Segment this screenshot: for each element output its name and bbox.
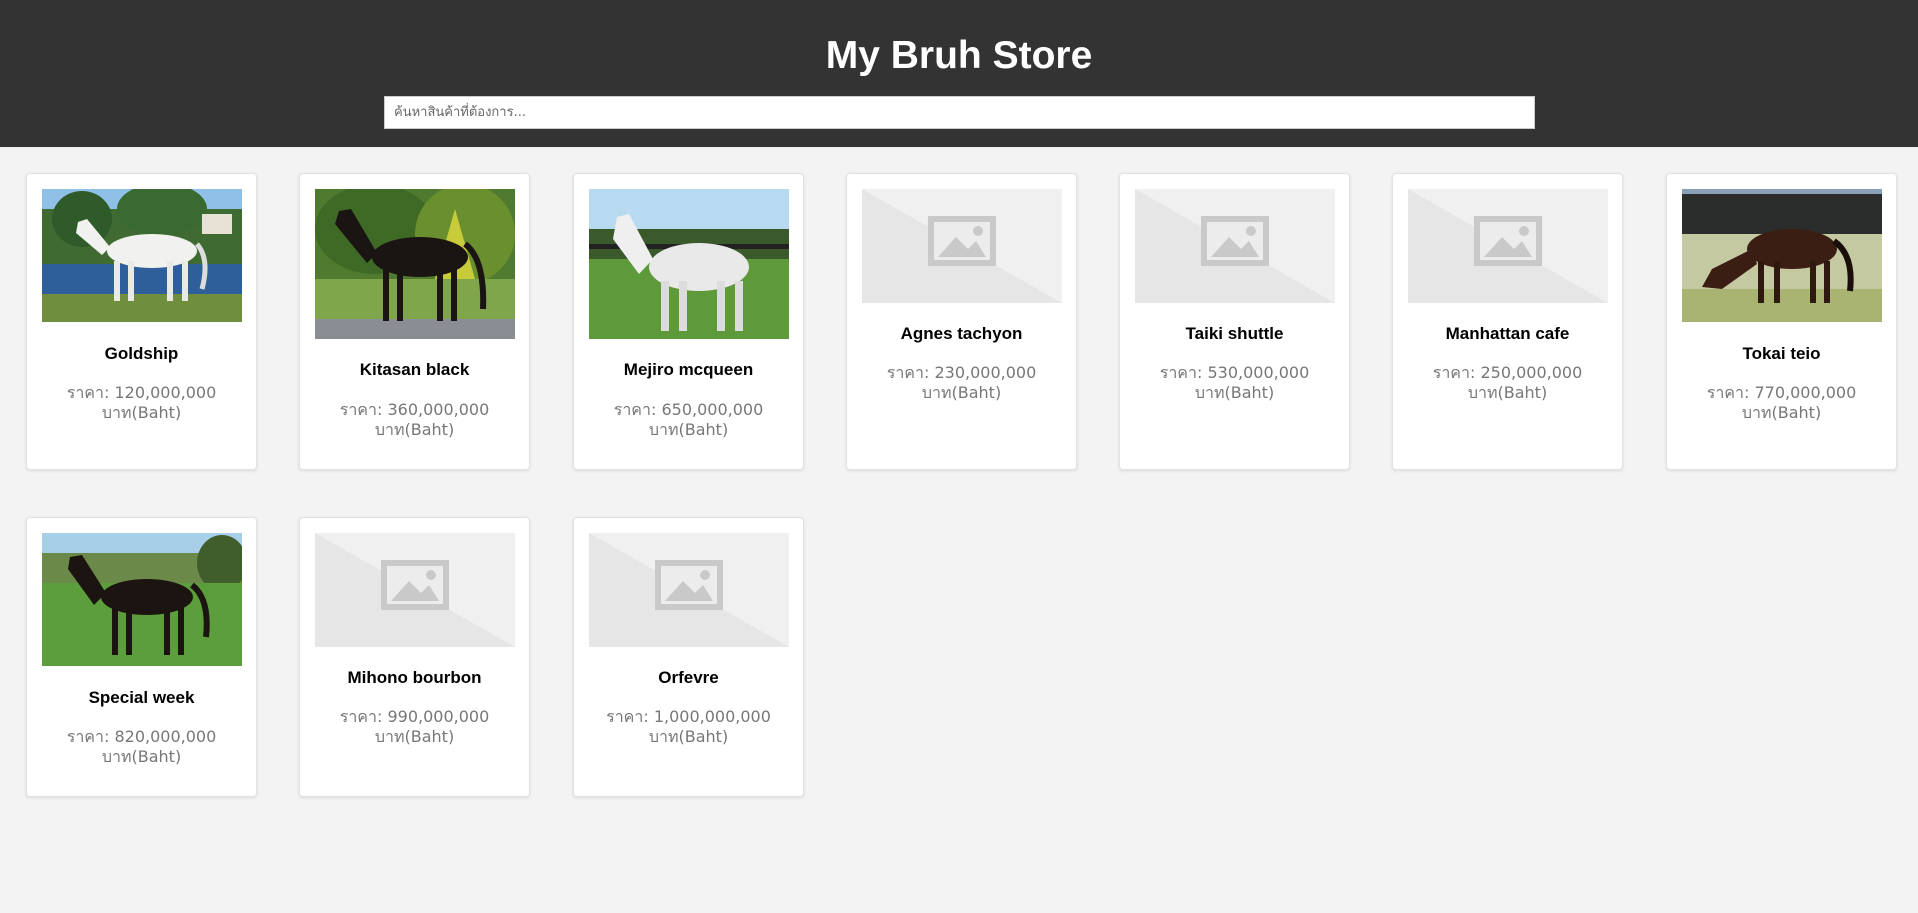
product-price: ราคา: 1,000,000,000 บาท(Baht) bbox=[606, 707, 771, 746]
product-price: ราคา: 770,000,000 บาท(Baht) bbox=[1706, 383, 1857, 422]
product-image-special-week[interactable] bbox=[42, 533, 242, 666]
image-placeholder-icon[interactable] bbox=[589, 533, 789, 647]
product-image-tokai-teio[interactable] bbox=[1682, 189, 1882, 322]
product-name: Manhattan cafe bbox=[1445, 324, 1570, 343]
image-placeholder-icon[interactable] bbox=[1135, 189, 1335, 303]
product-card[interactable]: Tokai teio ราคา: 770,000,000 บาท(Baht) bbox=[1666, 173, 1897, 470]
product-card[interactable]: Special week ราคา: 820,000,000 บาท(Baht) bbox=[26, 517, 257, 797]
store-title: My Bruh Store bbox=[825, 34, 1093, 77]
product-name: Taiki shuttle bbox=[1185, 324, 1284, 343]
store-header: My Bruh Store bbox=[0, 0, 1918, 147]
product-price: ราคา: 250,000,000 บาท(Baht) bbox=[1432, 363, 1583, 402]
product-name: Mihono bourbon bbox=[347, 668, 482, 687]
product-name: Agnes tachyon bbox=[900, 324, 1023, 343]
product-name: Kitasan black bbox=[359, 360, 470, 379]
product-price: ราคา: 990,000,000 บาท(Baht) bbox=[339, 707, 490, 746]
image-placeholder-icon[interactable] bbox=[1408, 189, 1608, 303]
product-price: ราคา: 820,000,000 บาท(Baht) bbox=[66, 727, 217, 766]
product-card[interactable]: Taiki shuttle ราคา: 530,000,000 บาท(Baht) bbox=[1119, 173, 1350, 470]
product-card[interactable]: Orfevre ราคา: 1,000,000,000 บาท(Baht) bbox=[573, 517, 804, 797]
product-image-goldship[interactable] bbox=[42, 189, 242, 322]
image-placeholder-icon[interactable] bbox=[862, 189, 1062, 303]
product-name: Orfevre bbox=[658, 668, 719, 687]
product-name: Goldship bbox=[104, 344, 179, 363]
product-image-mejiro-mcqueen[interactable] bbox=[589, 189, 789, 339]
product-price: ราคา: 230,000,000 บาท(Baht) bbox=[886, 363, 1037, 402]
product-name: Mejiro mcqueen bbox=[623, 360, 754, 379]
product-card[interactable]: Kitasan black ราคา: 360,000,000 บาท(Baht) bbox=[299, 173, 530, 470]
product-name: Special week bbox=[88, 688, 195, 707]
product-price: ราคา: 360,000,000 บาท(Baht) bbox=[339, 400, 490, 439]
product-name: Tokai teio bbox=[1742, 344, 1821, 363]
product-card[interactable]: Mihono bourbon ราคา: 990,000,000 บาท(Baht… bbox=[299, 517, 530, 797]
product-image-kitasan-black[interactable] bbox=[315, 189, 515, 339]
product-card[interactable]: Goldship ราคา: 120,000,000 บาท(Baht) bbox=[26, 173, 257, 470]
search-input[interactable] bbox=[384, 96, 1535, 129]
product-price: ราคา: 650,000,000 บาท(Baht) bbox=[613, 400, 764, 439]
product-card[interactable]: Manhattan cafe ราคา: 250,000,000 บาท(Baht… bbox=[1392, 173, 1623, 470]
image-placeholder-icon[interactable] bbox=[315, 533, 515, 647]
product-price: ราคา: 530,000,000 บาท(Baht) bbox=[1159, 363, 1310, 402]
product-price: ราคา: 120,000,000 บาท(Baht) bbox=[66, 383, 217, 422]
product-card[interactable]: Agnes tachyon ราคา: 230,000,000 บาท(Baht) bbox=[846, 173, 1077, 470]
product-card[interactable]: Mejiro mcqueen ราคา: 650,000,000 บาท(Baht… bbox=[573, 173, 804, 470]
